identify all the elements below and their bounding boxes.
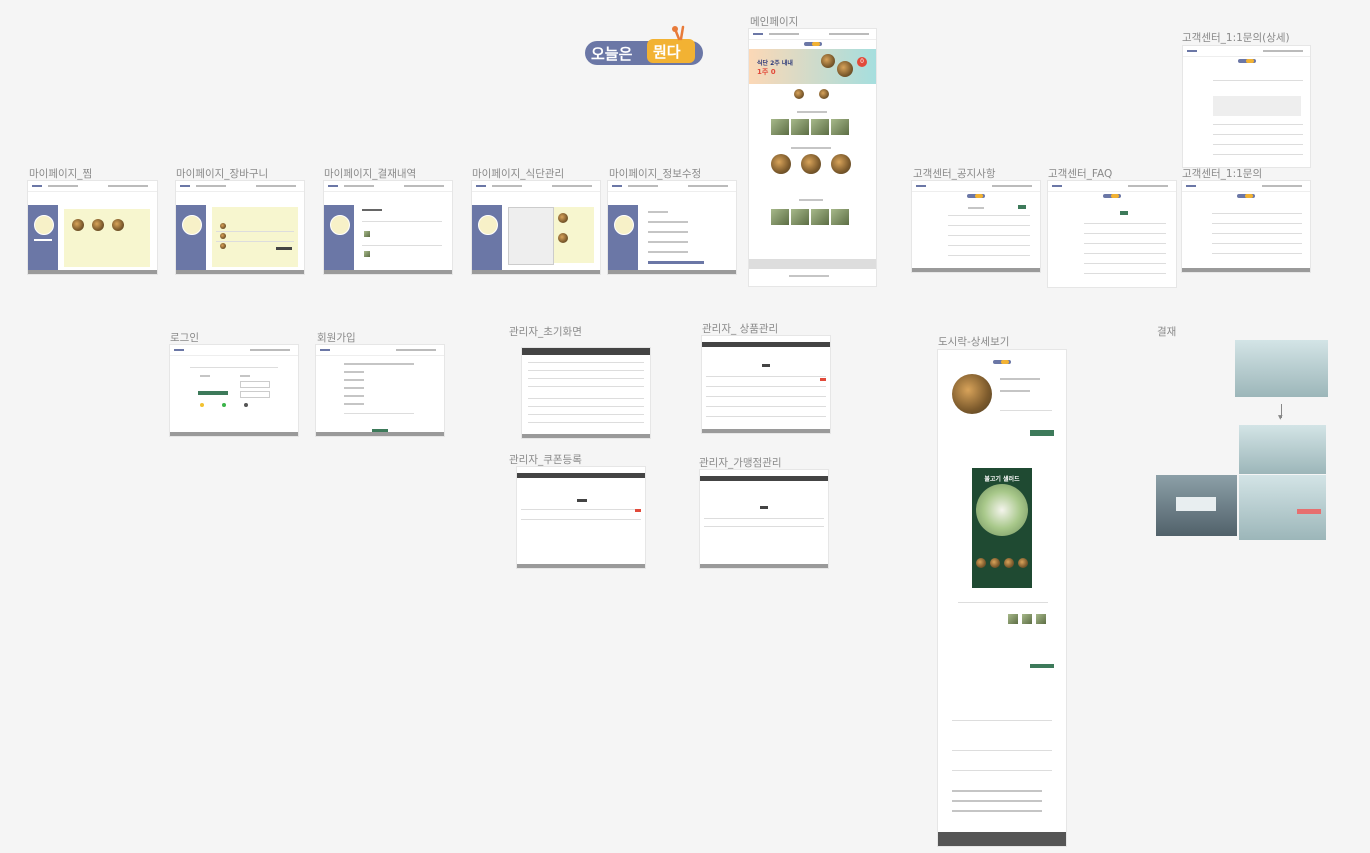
frame-title-main: 메인페이지 xyxy=(750,16,799,28)
frame-title-inquiry: 고객센터_1:1문의 xyxy=(1182,168,1263,180)
frame-title-admin-home: 관리자_초기화면 xyxy=(509,326,582,338)
frame-lunchbox-detail[interactable]: 불고기 샐러드 xyxy=(938,350,1066,846)
frame-mypage-payment[interactable] xyxy=(324,181,452,274)
frame-cs-inquiry[interactable] xyxy=(1182,181,1310,272)
frame-title-notice: 고객센터_공지사항 xyxy=(913,168,996,180)
frame-title-payment-flow: 결재 xyxy=(1157,326,1177,338)
frame-title-lunchbox-detail: 도시락-상세보기 xyxy=(938,336,1010,348)
payment-screen-3[interactable] xyxy=(1156,475,1237,536)
frame-mypage-jjim[interactable] xyxy=(28,181,157,274)
payment-screen-2[interactable] xyxy=(1239,425,1326,474)
frame-admin-franchise[interactable] xyxy=(700,470,828,568)
frame-title-cart: 마이페이지_장바구니 xyxy=(176,168,269,180)
frame-signup[interactable] xyxy=(316,345,444,436)
frame-title-admin-coupon: 관리자_쿠폰등록 xyxy=(509,454,582,466)
frame-cs-notice[interactable] xyxy=(912,181,1040,272)
frame-title-admin-franchise: 관리자_가맹점관리 xyxy=(699,457,782,469)
frame-mypage-diet[interactable] xyxy=(472,181,600,274)
frame-title-inquiry-detail: 고객센터_1:1문의(상세) xyxy=(1182,32,1290,44)
frame-cs-inquiry-detail[interactable] xyxy=(1183,46,1310,167)
frame-title-info: 마이페이지_정보수정 xyxy=(609,168,702,180)
frame-title-signup: 회원가입 xyxy=(317,332,356,344)
frame-admin-product[interactable] xyxy=(702,336,830,433)
detail-banner: 불고기 샐러드 xyxy=(972,468,1032,588)
frame-mypage-info[interactable] xyxy=(608,181,736,274)
brand-logo: 오늘은 뭔다 xyxy=(585,25,703,65)
frame-title-faq: 고객센터_FAQ xyxy=(1048,168,1113,180)
frame-title-admin-product: 관리자_ 상품관리 xyxy=(702,323,779,335)
payment-screen-1[interactable] xyxy=(1235,340,1328,397)
frame-title-diet: 마이페이지_식단관리 xyxy=(472,168,565,180)
arrow-down-icon: ▼ xyxy=(1278,414,1283,421)
frame-title-jjim: 마이페이지_찜 xyxy=(29,168,93,180)
frame-main[interactable]: 식단 2주 내내 1주 0 0 xyxy=(749,29,876,286)
svg-text:뭔다: 뭔다 xyxy=(653,43,681,61)
frame-admin-coupon[interactable] xyxy=(517,467,645,568)
frame-admin-home[interactable] xyxy=(522,348,650,438)
main-banner[interactable]: 식단 2주 내내 1주 0 0 xyxy=(749,49,876,84)
payment-screen-4[interactable] xyxy=(1239,475,1326,540)
frame-mypage-cart[interactable] xyxy=(176,181,304,274)
frame-login[interactable] xyxy=(170,345,298,436)
frame-cs-faq[interactable] xyxy=(1048,181,1176,287)
frame-title-payment: 마이페이지_결재내역 xyxy=(324,168,417,180)
svg-text:오늘은: 오늘은 xyxy=(591,45,633,63)
frame-title-login: 로그인 xyxy=(170,332,199,344)
